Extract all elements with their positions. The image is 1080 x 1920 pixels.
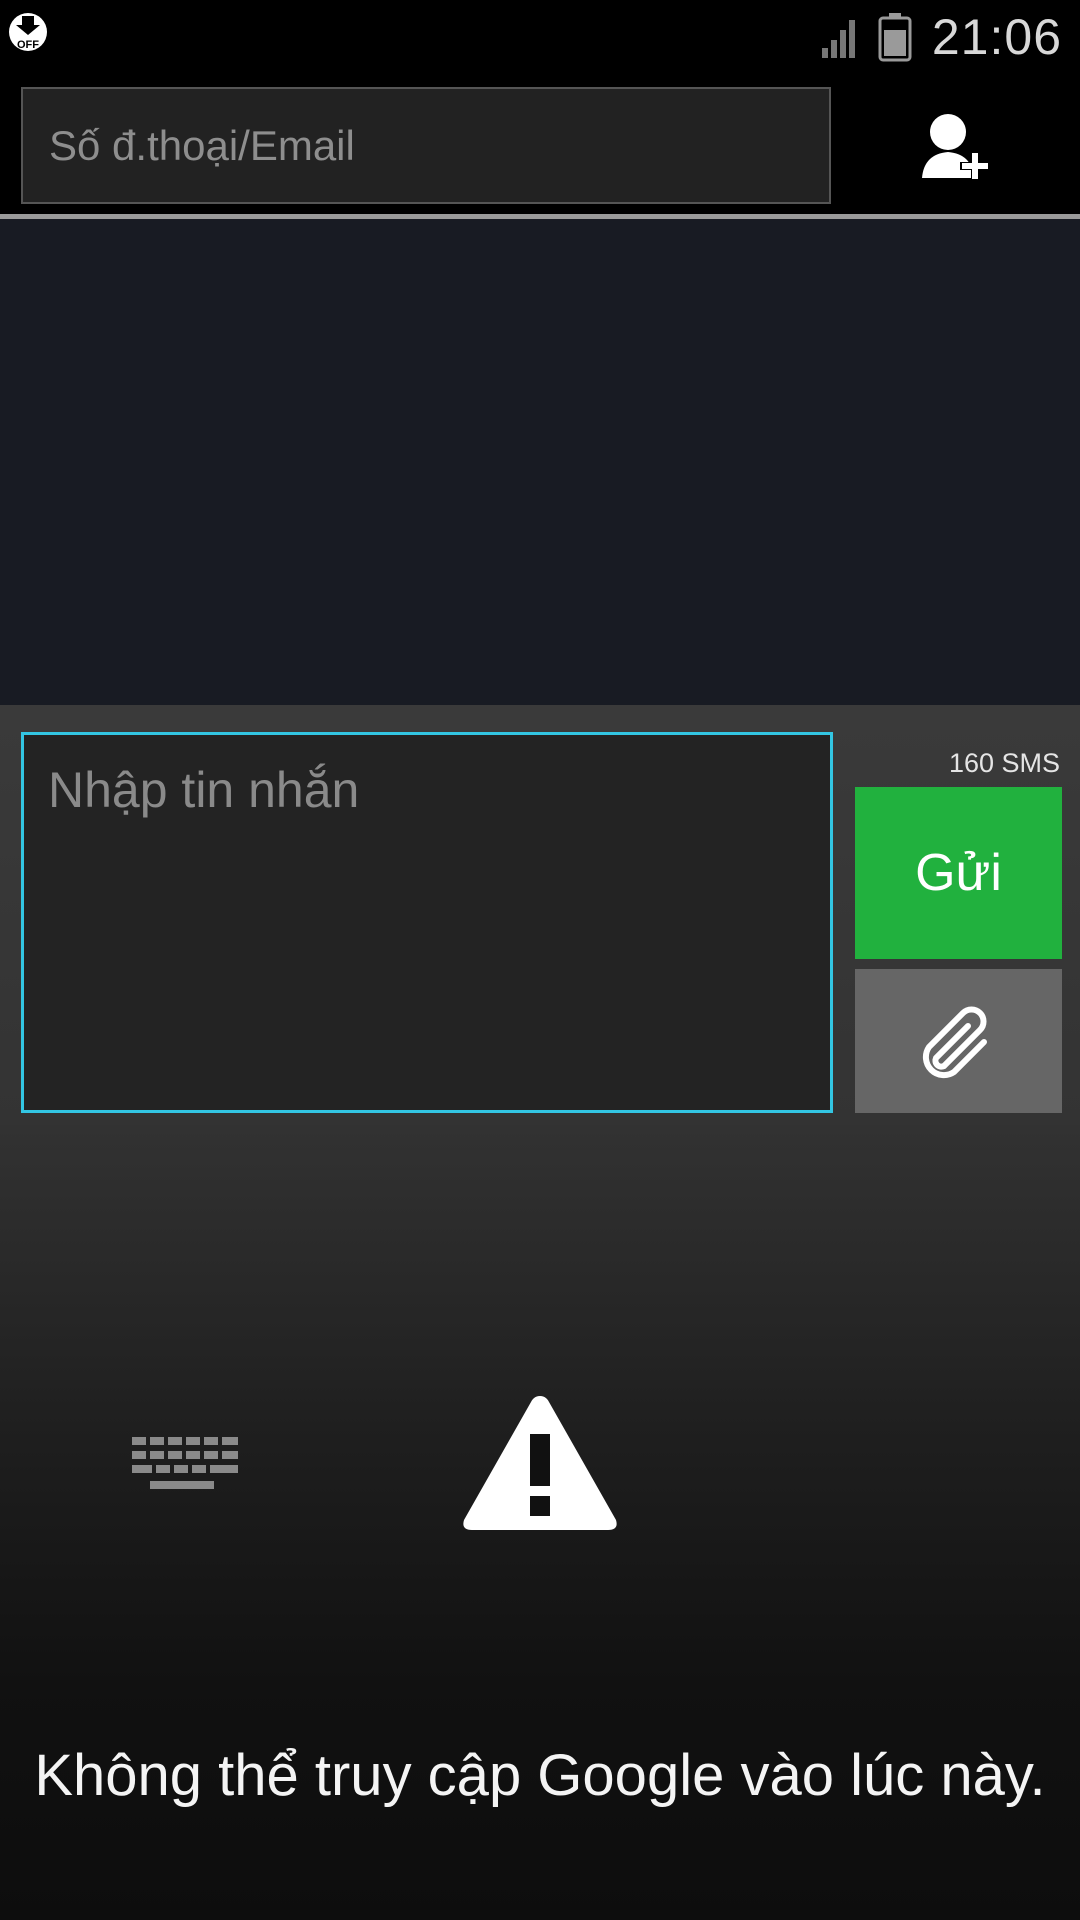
add-contact-button[interactable] xyxy=(900,100,1020,200)
svg-text:OFF: OFF xyxy=(17,39,39,51)
conversation-area xyxy=(0,219,1080,705)
error-message: Không thể truy cập Google vào lúc này. xyxy=(34,1743,1046,1808)
recipient-input[interactable]: Số đ.thoại/Email xyxy=(21,87,831,204)
signal-icon xyxy=(822,20,855,58)
send-button[interactable]: Gửi xyxy=(855,787,1062,959)
clock: 21:06 xyxy=(931,9,1062,65)
download-off-icon: OFF xyxy=(9,13,47,51)
warning-icon xyxy=(463,1396,617,1530)
add-contact-icon xyxy=(922,114,990,181)
status-bar: OFF 21:06 xyxy=(0,0,1080,80)
keyboard-button[interactable] xyxy=(130,1435,242,1495)
paperclip-icon xyxy=(922,1006,987,1079)
message-input[interactable]: Nhập tin nhắn xyxy=(21,732,833,1113)
sms-counter: 160 SMS xyxy=(948,748,1060,778)
warning-indicator xyxy=(458,1392,622,1534)
keyboard-icon xyxy=(132,1437,238,1489)
battery-icon xyxy=(878,13,912,62)
attach-button[interactable] xyxy=(855,969,1062,1113)
